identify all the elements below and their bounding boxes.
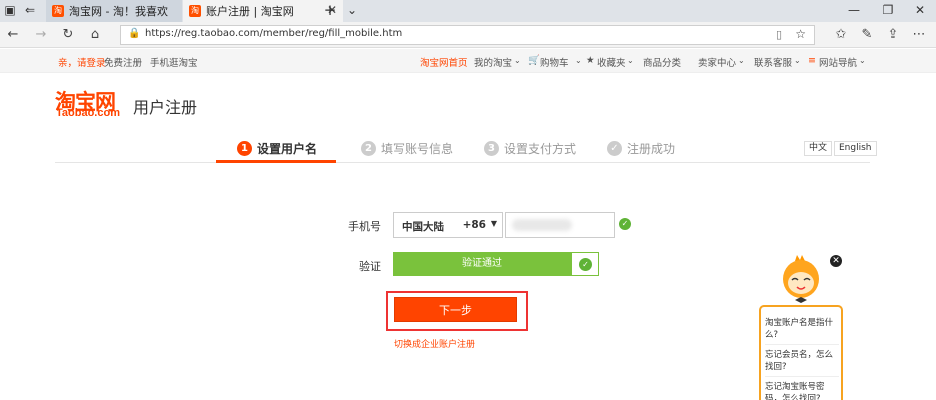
check-icon: ✓	[607, 141, 622, 156]
help-item-forgot-name[interactable]: 忘记会员名，怎么找回?	[765, 349, 839, 373]
favorite-star-icon[interactable]: ☆	[795, 27, 806, 41]
help-item-forgot-password[interactable]: 忘记淘宝账号密码，怎么找回?	[765, 381, 839, 400]
my-taobao-link[interactable]: 我的淘宝	[474, 55, 512, 69]
step-4: ✓ 注册成功	[607, 140, 675, 157]
verify-slider[interactable]: 验证通过	[393, 252, 571, 276]
taobao-favicon-icon: 淘	[189, 5, 201, 17]
tab-list-chevron-icon[interactable]: ⌄	[344, 3, 360, 17]
window-menu-icon[interactable]: ▣	[2, 3, 18, 17]
chevron-down-icon: ⌄	[514, 56, 521, 65]
help-close-icon[interactable]: ✕	[830, 255, 842, 267]
share-icon[interactable]: ⇪	[884, 27, 902, 42]
seller-center-link[interactable]: 卖家中心	[698, 55, 736, 69]
active-step-underline	[216, 160, 336, 163]
minimize-icon[interactable]: —	[846, 3, 862, 17]
tab-taobao-home[interactable]: 淘 淘宝网 - 淘！我喜欢	[46, 0, 182, 22]
favorites-list-icon[interactable]: ✩	[832, 27, 850, 42]
tab-account-register[interactable]: 淘 账户注册 | 淘宝网 ✕	[183, 0, 343, 22]
maximize-icon[interactable]: ❐	[880, 3, 896, 17]
refresh-icon[interactable]: ↻	[59, 27, 77, 42]
chevron-down-icon: ⌄	[738, 56, 745, 65]
pen-icon[interactable]: ✎	[858, 27, 876, 42]
site-top-bar: 亲，请登录 免费注册 手机逛淘宝 淘宝网首页 我的淘宝 ⌄ 🛒 购物车 ⌄ ★ …	[0, 49, 936, 73]
new-tab-icon[interactable]: +	[322, 1, 338, 19]
menu-icon: ≡	[808, 55, 816, 66]
step-2: 2 填写账号信息	[361, 140, 453, 157]
customer-service-link[interactable]: 联系客服	[754, 55, 792, 69]
blurred-phone-number	[512, 219, 572, 231]
chevron-down-icon: ⌄	[859, 56, 866, 65]
next-step-button[interactable]: 下一步	[394, 297, 517, 322]
lock-icon: 🔒	[128, 28, 141, 39]
help-divider	[765, 376, 839, 377]
taobao-logo-en: Taobao.com	[56, 107, 120, 119]
login-link[interactable]: 亲，请登录	[58, 55, 106, 69]
help-panel: 淘宝账户名是指什么? 忘记会员名，怎么找回? 忘记淘宝账号密码，怎么找回?	[759, 305, 843, 400]
favorites-link[interactable]: 收藏夹	[597, 55, 626, 69]
enterprise-register-link[interactable]: 切换成企业账户注册	[394, 337, 475, 350]
close-window-icon[interactable]: ✕	[912, 3, 928, 17]
free-register-link[interactable]: 免费注册	[104, 55, 142, 69]
chevron-down-icon: ⌄	[794, 56, 801, 65]
tab-strip: ▣ ⇐ 淘 淘宝网 - 淘！我喜欢 淘 账户注册 | 淘宝网 ✕ + ⌄ — ❐…	[0, 0, 936, 22]
more-icon[interactable]: ⋯	[910, 27, 928, 42]
help-item-account-name[interactable]: 淘宝账户名是指什么?	[765, 317, 839, 341]
taobao-favicon-icon: 淘	[52, 5, 64, 17]
browser-window: ▣ ⇐ 淘 淘宝网 - 淘！我喜欢 淘 账户注册 | 淘宝网 ✕ + ⌄ — ❐…	[0, 0, 936, 400]
phone-label: 手机号	[348, 220, 381, 233]
site-nav-link[interactable]: 网站导航	[819, 55, 857, 69]
home-icon[interactable]: ⌂	[86, 27, 104, 42]
address-bar-row: ← → ↻ ⌂ 🔒 https://reg.taobao.com/member/…	[0, 22, 936, 48]
verify-slider-handle[interactable]: ✓	[571, 252, 599, 276]
lang-en-button[interactable]: English	[834, 141, 877, 156]
chevron-down-icon: ▼	[490, 219, 497, 228]
page-title: 用户注册	[133, 98, 198, 117]
step-1: 1 设置用户名	[237, 140, 317, 157]
cart-link[interactable]: 购物车	[540, 55, 569, 69]
reading-view-icon[interactable]: ▯	[776, 28, 782, 41]
steps-divider	[55, 162, 870, 163]
taobao-home-link[interactable]: 淘宝网首页	[420, 55, 468, 69]
verify-check-icon: ✓	[579, 258, 592, 271]
cart-icon: 🛒	[528, 55, 540, 66]
forward-icon[interactable]: →	[32, 27, 50, 42]
taobao-mascot-icon	[783, 255, 819, 303]
lang-zh-button[interactable]: 中文	[804, 141, 833, 156]
step-3: 3 设置支付方式	[484, 140, 576, 157]
help-divider	[765, 344, 839, 345]
back-icon[interactable]: ←	[4, 27, 22, 42]
country-select[interactable]: 中国大陆 +86 ▼	[393, 212, 503, 238]
verify-label: 验证	[359, 260, 381, 273]
tab-actions-icon[interactable]: ⇐	[22, 3, 38, 17]
chevron-down-icon: ⌄	[627, 56, 634, 65]
chevron-down-icon: ⌄	[575, 56, 582, 65]
url-input[interactable]: 🔒 https://reg.taobao.com/member/reg/fill…	[120, 25, 815, 45]
phone-valid-check-icon: ✓	[619, 218, 631, 230]
mobile-taobao-link[interactable]: 手机逛淘宝	[150, 55, 198, 69]
star-icon: ★	[586, 55, 595, 66]
categories-link[interactable]: 商品分类	[643, 55, 681, 69]
